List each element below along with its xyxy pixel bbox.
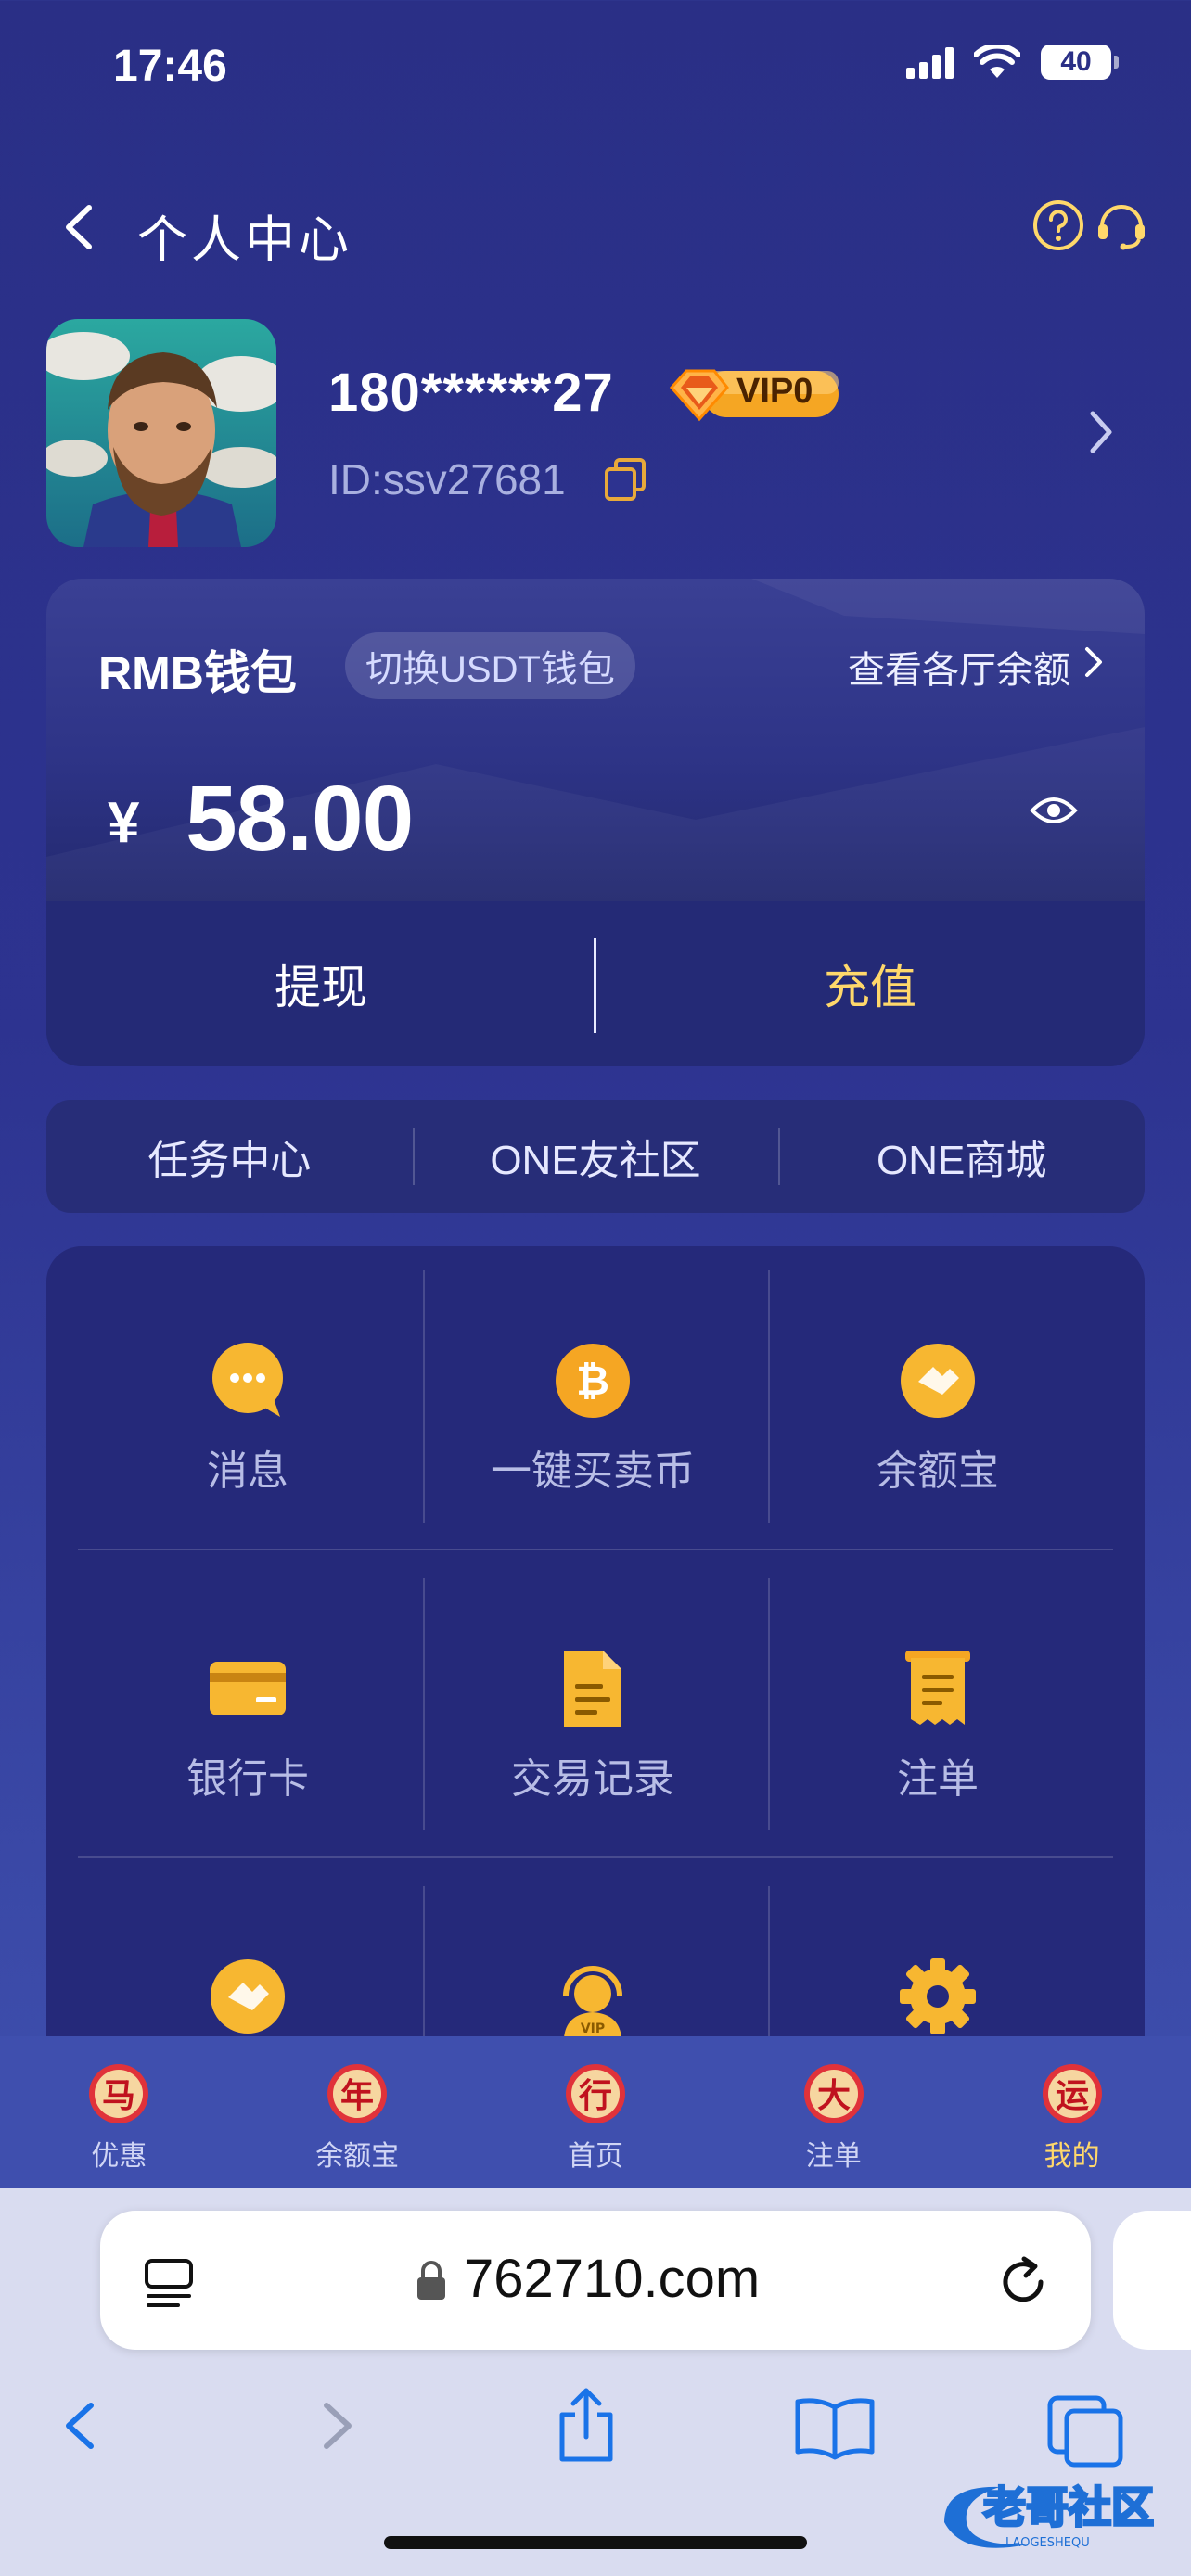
tab-promotions[interactable]: 马 优惠 (0, 2036, 238, 2188)
lock-icon (417, 2261, 445, 2300)
status-icons: 40 (906, 45, 1119, 80)
url-text: 762710.com (464, 2249, 761, 2309)
grid-item-messages[interactable]: 消息 (76, 1265, 419, 1521)
status-time: 17:46 (113, 42, 227, 91)
copy-icon[interactable] (603, 456, 647, 503)
tab-glyph: 大 (817, 2077, 851, 2115)
feature-grid: 消息 ₿ 一键买卖币 余额宝 银行卡 交易记录 注单 VIP (46, 1246, 1145, 2174)
divider (78, 1856, 1113, 1858)
balance-amount: 58.00 (186, 767, 414, 871)
wallet-actions: 提现 充值 (46, 901, 1145, 1066)
tab-home[interactable]: 行 首页 (477, 2036, 715, 2188)
lantern-icon: 大 (803, 2064, 864, 2123)
settings-gear-icon (900, 1958, 976, 2034)
view-balances-link[interactable]: 查看各厅余额 (848, 640, 1070, 694)
home-indicator (384, 2536, 807, 2549)
lantern-icon: 马 (89, 2064, 149, 2123)
deposit-button[interactable]: 充值 (596, 901, 1145, 1066)
grid-item-label: 注单 (897, 1756, 979, 1802)
tab-label: 首页 (567, 2141, 623, 2172)
tab-glyph: 运 (1056, 2077, 1089, 2115)
withdraw-button[interactable]: 提现 (46, 901, 596, 1066)
grid-item-yuebao[interactable]: 余额宝 (766, 1265, 1109, 1521)
quick-links: 任务中心 ONE友社区 ONE商城 (46, 1100, 1145, 1213)
community-link[interactable]: ONE友社区 (412, 1100, 779, 1213)
page-menu-icon[interactable] (141, 2257, 197, 2309)
receipt-icon (905, 1651, 970, 1725)
user-phone: 180******27 (328, 363, 614, 423)
vip-support-icon: VIP (563, 1966, 622, 2038)
vip-level: VIP0 (736, 372, 813, 411)
reload-icon[interactable] (992, 2251, 1054, 2313)
address-bar[interactable]: 762710.com (100, 2211, 1091, 2350)
wallet-card: RMB钱包 切换USDT钱包 查看各厅余额 ¥ 58.00 提现 充值 (46, 579, 1145, 1066)
tab-label: 我的 (1044, 2141, 1100, 2172)
back-arrow-icon[interactable] (56, 202, 102, 252)
lantern-icon: 行 (565, 2064, 625, 2123)
page-title: 个人中心 (137, 212, 352, 268)
grid-item-bets[interactable]: 注单 (766, 1573, 1109, 1829)
grid-item-buy-sell[interactable]: ₿ 一键买卖币 (421, 1265, 764, 1521)
divider (78, 1549, 1113, 1550)
tab-yuebao[interactable]: 年 余额宝 (238, 2036, 477, 2188)
bitcoin-icon: ₿ (556, 1344, 630, 1418)
bottom-tab-bar: 马 优惠 年 余额宝 行 首页 大 注单 运 我的 (0, 2036, 1191, 2188)
user-id: ID:ssv27681 (328, 455, 566, 504)
tab-glyph: 年 (340, 2077, 374, 2115)
grid-item-label: 交易记录 (511, 1756, 674, 1802)
watermark-logo: 老哥社区 LAOGESHEQU (944, 2481, 1156, 2550)
tab-glyph: 行 (579, 2077, 612, 2115)
lantern-icon: 运 (1042, 2064, 1102, 2123)
grid-item-transactions[interactable]: 交易记录 (421, 1573, 764, 1829)
svg-text:₿: ₿ (576, 1358, 609, 1405)
tab-label: 优惠 (91, 2141, 147, 2172)
grid-item-bank-card[interactable]: 银行卡 (76, 1573, 419, 1829)
wifi-icon (974, 45, 1020, 78)
task-center-link[interactable]: 任务中心 (46, 1100, 413, 1213)
handshake-icon (211, 1959, 285, 2034)
wallet-balance-area: RMB钱包 切换USDT钱包 查看各厅余额 ¥ 58.00 (46, 579, 1145, 901)
browser-back-icon[interactable] (56, 2379, 102, 2472)
eye-icon[interactable] (1030, 794, 1078, 827)
svg-text:LAOGESHEQU: LAOGESHEQU (1005, 2536, 1090, 2550)
bookmarks-icon[interactable] (790, 2379, 879, 2472)
help-icon[interactable] (1031, 198, 1085, 252)
chevron-right-icon[interactable] (1083, 645, 1104, 679)
battery-icon: 40 (1041, 45, 1119, 80)
browser-forward-icon[interactable] (315, 2379, 362, 2472)
mall-link[interactable]: ONE商城 (778, 1100, 1145, 1213)
tab-mine[interactable]: 运 我的 (953, 2036, 1191, 2188)
svg-text:老哥社区: 老哥社区 (983, 2482, 1154, 2532)
chevron-right-icon[interactable] (1085, 408, 1117, 456)
switch-wallet-button[interactable]: 切换USDT钱包 (345, 632, 635, 699)
status-bar: 17:46 40 (0, 0, 1191, 139)
bank-card-icon (210, 1662, 286, 1715)
tab-glyph: 马 (102, 2077, 135, 2115)
nav-bar: 个人中心 (0, 185, 1191, 269)
grid-item-label: 消息 (207, 1448, 288, 1494)
tab-label: 余额宝 (315, 2141, 400, 2172)
currency-symbol: ¥ (108, 791, 140, 855)
cellular-signal-icon (906, 45, 954, 79)
lantern-icon: 年 (327, 2064, 388, 2123)
tab-bets[interactable]: 大 注单 (714, 2036, 953, 2188)
avatar[interactable] (46, 319, 276, 547)
wallet-title: RMB钱包 (98, 647, 297, 699)
document-icon (564, 1651, 621, 1727)
grid-item-label: 银行卡 (186, 1756, 309, 1802)
grid-item-label: 一键买卖币 (491, 1448, 695, 1494)
next-tab-preview[interactable] (1113, 2211, 1191, 2350)
svg-text:VIP: VIP (581, 2021, 605, 2036)
message-icon (212, 1343, 283, 1417)
profile-header[interactable]: 180******27 VIP0 ID:ssv27681 (46, 319, 1145, 547)
grid-item-label: 余额宝 (877, 1448, 999, 1494)
share-icon[interactable] (551, 2379, 621, 2472)
yuebao-icon (901, 1344, 975, 1418)
tabs-overview-icon[interactable] (1044, 2379, 1128, 2472)
tab-label: 注单 (805, 2141, 862, 2172)
customer-service-icon[interactable] (1093, 197, 1150, 254)
